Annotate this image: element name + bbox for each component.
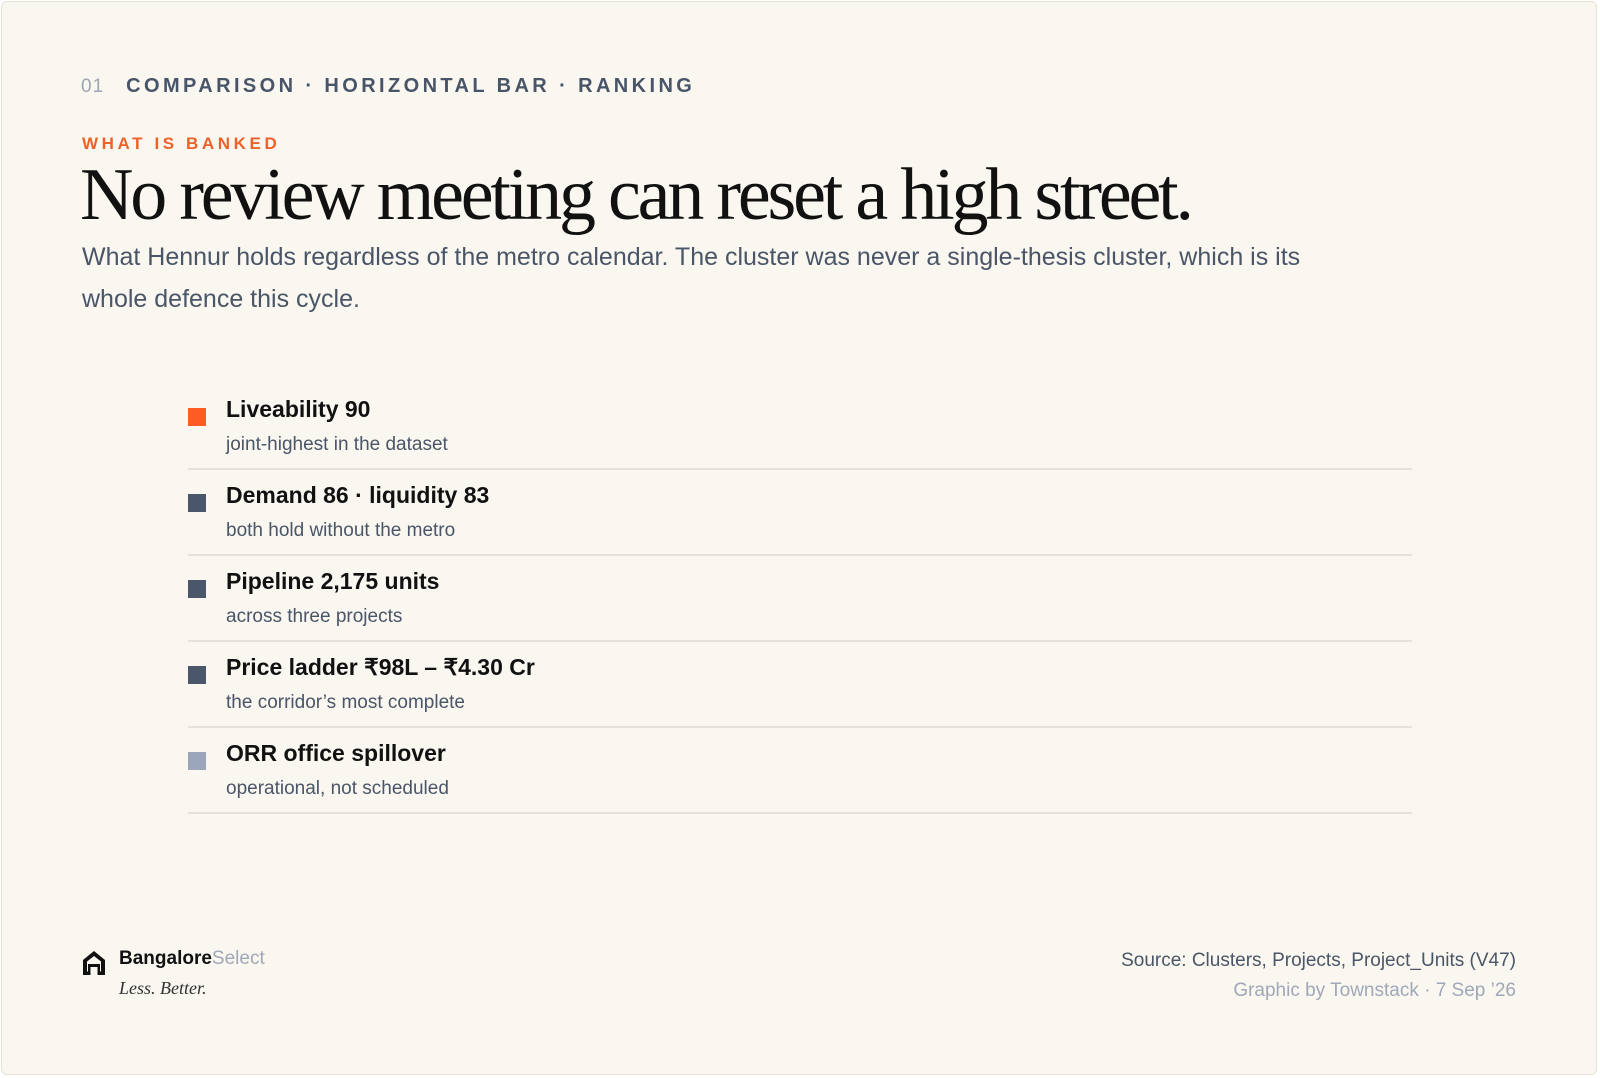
brand-tagline: Less. Better. xyxy=(119,978,207,998)
headline: No review meeting can reset a high stree… xyxy=(80,154,1194,236)
credit-note: Graphic by Townstack · 7 Sep ’26 xyxy=(1233,980,1516,1001)
list-item: Liveability 90 joint-highest in the data… xyxy=(188,384,1412,470)
list-item-subtitle: both hold without the metro xyxy=(226,520,456,541)
square-icon xyxy=(188,494,206,512)
graphic-card: 01 COMPARISON · HORIZONTAL BAR · RANKING… xyxy=(1,1,1597,1075)
chart-type-label: COMPARISON · HORIZONTAL BAR · RANKING xyxy=(126,75,696,97)
square-icon xyxy=(188,580,206,598)
section-number: 01 xyxy=(81,76,105,97)
list-item-title: Price ladder ₹98L – ₹4.30 Cr xyxy=(226,654,535,680)
list-item-title: Demand 86 · liquidity 83 xyxy=(226,482,490,508)
banked-list: Liveability 90 joint-highest in the data… xyxy=(188,384,1412,814)
list-item-subtitle: joint-highest in the dataset xyxy=(226,434,448,455)
source-note: Source: Clusters, Projects, Project_Unit… xyxy=(1121,950,1516,971)
list-item-subtitle: across three projects xyxy=(226,606,403,627)
subhead: What Hennur holds regardless of the metr… xyxy=(82,243,1301,313)
list-item-subtitle: operational, not scheduled xyxy=(226,778,449,799)
square-icon xyxy=(188,408,206,426)
section-kicker: 01 COMPARISON · HORIZONTAL BAR · RANKING xyxy=(81,75,695,98)
list-item-title: Pipeline 2,175 units xyxy=(226,568,440,594)
list-item: Demand 86 · liquidity 83 both hold witho… xyxy=(188,470,1412,556)
house-icon xyxy=(83,951,105,975)
list-item: ORR office spillover operational, not sc… xyxy=(188,728,1412,814)
brand-name-secondary: Select xyxy=(211,948,265,969)
square-icon xyxy=(188,666,206,684)
list-item: Pipeline 2,175 units across three projec… xyxy=(188,556,1412,642)
list-item-title: ORR office spillover xyxy=(226,740,446,766)
brand-name-primary: Bangalore xyxy=(119,948,212,969)
list-item-subtitle: the corridor’s most complete xyxy=(226,692,466,713)
list-item-title: Liveability 90 xyxy=(226,396,371,422)
list-item: Price ladder ₹98L – ₹4.30 Cr the corrido… xyxy=(188,642,1412,728)
brand-name: BangaloreSelect xyxy=(119,948,265,970)
square-icon xyxy=(188,752,206,770)
